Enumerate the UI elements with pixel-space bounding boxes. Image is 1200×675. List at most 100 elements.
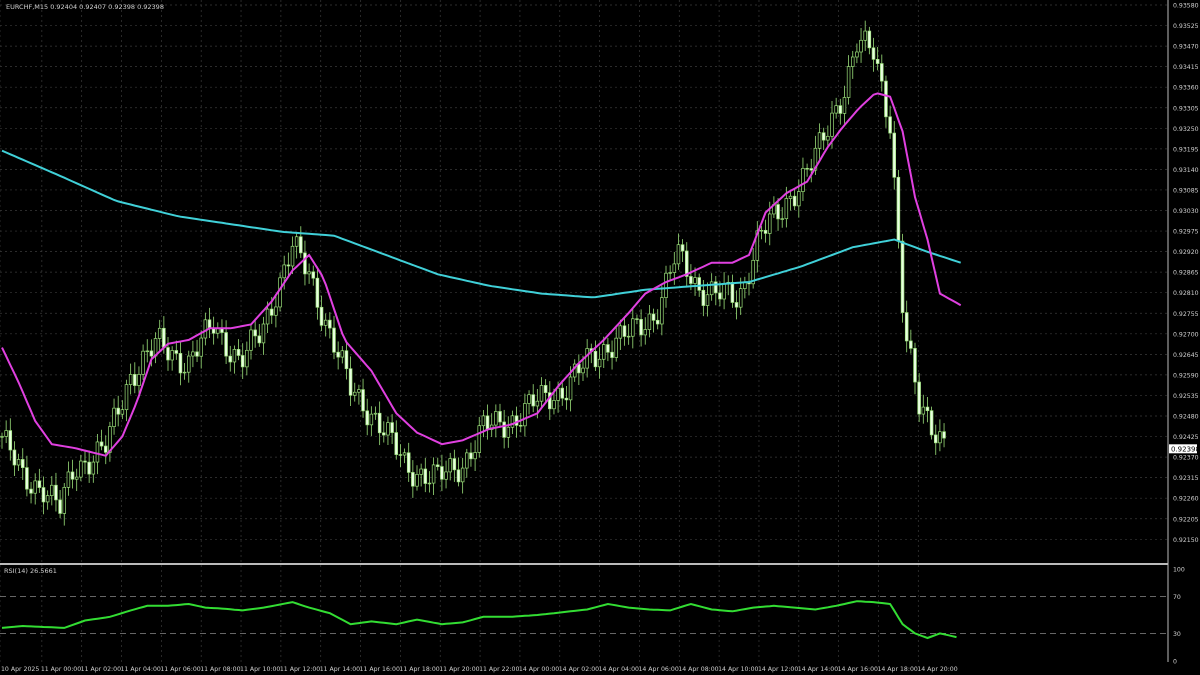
candle-body (693, 277, 697, 284)
candle-body (564, 397, 569, 401)
candle-body (485, 415, 490, 430)
candle-body (25, 467, 29, 490)
candle-body (929, 410, 934, 436)
candle-body (614, 337, 618, 358)
time-axis: 10 Apr 2025 11 Apr 00:00 11 Apr 02:00 11 Ap… (1, 666, 958, 673)
candle-body (568, 376, 573, 401)
candle-body (377, 412, 382, 434)
price-tick-label: 0.92975 (1173, 229, 1199, 236)
candle-body (45, 495, 50, 503)
candle-body (477, 425, 482, 453)
candle-body (207, 319, 212, 329)
candle-body (647, 313, 652, 330)
candle-body (187, 355, 191, 373)
candle-body (91, 461, 96, 475)
trading-chart[interactable]: 0.93580 0.93525 0.93470 0.93415 0.93360 0.933… (0, 0, 1200, 675)
time-tick-label: 14 Apr 16:00 (838, 666, 878, 673)
candle-body (884, 80, 888, 118)
candle-body (195, 351, 199, 357)
candle-body (323, 319, 328, 326)
candle-body (481, 415, 486, 427)
candle-body (386, 422, 390, 436)
candle-body (133, 374, 137, 386)
rsi-info: RSI(14) 26.5661 (4, 567, 57, 575)
time-tick-label: 14 Apr 18:00 (877, 666, 917, 673)
candle-body (66, 471, 71, 488)
candle-body (821, 132, 826, 141)
candle-body (79, 460, 83, 478)
candle-body (473, 452, 477, 460)
candle-body (660, 297, 664, 325)
candle-body (618, 325, 623, 339)
time-tick-label: 11 Apr 02:00 (81, 666, 121, 673)
candle-body (328, 319, 332, 329)
candle-body (593, 351, 598, 368)
candle-body (174, 350, 179, 354)
candle-body (850, 56, 855, 67)
time-tick-label: 14 Apr 06:00 (638, 666, 678, 673)
candle-body (801, 167, 805, 192)
time-tick-label: 11 Apr 12:00 (280, 666, 320, 673)
candle-body (436, 464, 440, 467)
time-tick-label: 11 Apr 00:00 (41, 666, 81, 673)
candle-body (913, 348, 917, 383)
price-tick-label: 0.93140 (1173, 167, 1199, 174)
price-tick-label: 0.92755 (1173, 311, 1199, 318)
candle-body (498, 411, 502, 423)
candle-body (597, 358, 602, 368)
candle-body (203, 319, 208, 339)
candle-body (137, 373, 141, 386)
candle-body (838, 105, 843, 114)
price-tick-label: 0.92535 (1173, 393, 1199, 400)
candle-body (307, 271, 311, 275)
current-price-tag: 0.92398 (1169, 444, 1200, 454)
price-tick-label: 0.93415 (1173, 64, 1199, 71)
price-tick-label: 0.92645 (1173, 352, 1199, 359)
candle-body (116, 407, 120, 415)
candle-body (282, 264, 286, 279)
price-tick-label: 0.93360 (1173, 85, 1199, 92)
candle-body (668, 272, 672, 274)
candle-body (826, 135, 830, 141)
price-tick-label: 0.92920 (1173, 249, 1199, 256)
rsi-tick-label: 100 (1173, 567, 1185, 574)
candle-body (556, 387, 560, 401)
candle-body (83, 460, 87, 463)
time-tick-label: 11 Apr 08:00 (200, 666, 240, 673)
candle-body (270, 308, 274, 316)
symbol-info: EURCHF,M15 0.92404 0.92407 0.92398 0.923… (6, 3, 164, 11)
time-tick-label: 11 Apr 22:00 (479, 666, 519, 673)
candle-body (16, 459, 21, 466)
candle-body (552, 400, 556, 410)
candle-body (361, 389, 365, 412)
candle-body (232, 349, 237, 363)
candle-body (228, 355, 233, 363)
candle-body (805, 167, 809, 170)
candle-body (797, 191, 801, 207)
candle-body (871, 47, 876, 60)
candle-body (33, 480, 37, 494)
candle-body (178, 353, 183, 374)
candle-body (103, 445, 108, 453)
candle-body (792, 195, 797, 207)
candle-body (921, 406, 926, 415)
candle-body (240, 355, 245, 368)
candle-body (784, 198, 789, 220)
candle-body (444, 471, 448, 480)
candle-body (249, 329, 253, 351)
price-tick-label: 0.92480 (1173, 414, 1199, 421)
candle-body (880, 63, 884, 82)
candle-body (506, 426, 511, 438)
candle-body (124, 384, 129, 411)
price-tick-label: 0.92590 (1173, 372, 1199, 379)
candle-body (655, 319, 660, 325)
candle-body (469, 452, 473, 460)
candle-body (730, 281, 735, 303)
candle-body (680, 244, 685, 252)
candle-body (543, 385, 548, 394)
candle-body (535, 400, 540, 407)
rsi-tick-label: 70 (1173, 594, 1181, 601)
candle-body (581, 367, 585, 374)
candle-body (21, 459, 25, 468)
candle-body (697, 277, 701, 291)
